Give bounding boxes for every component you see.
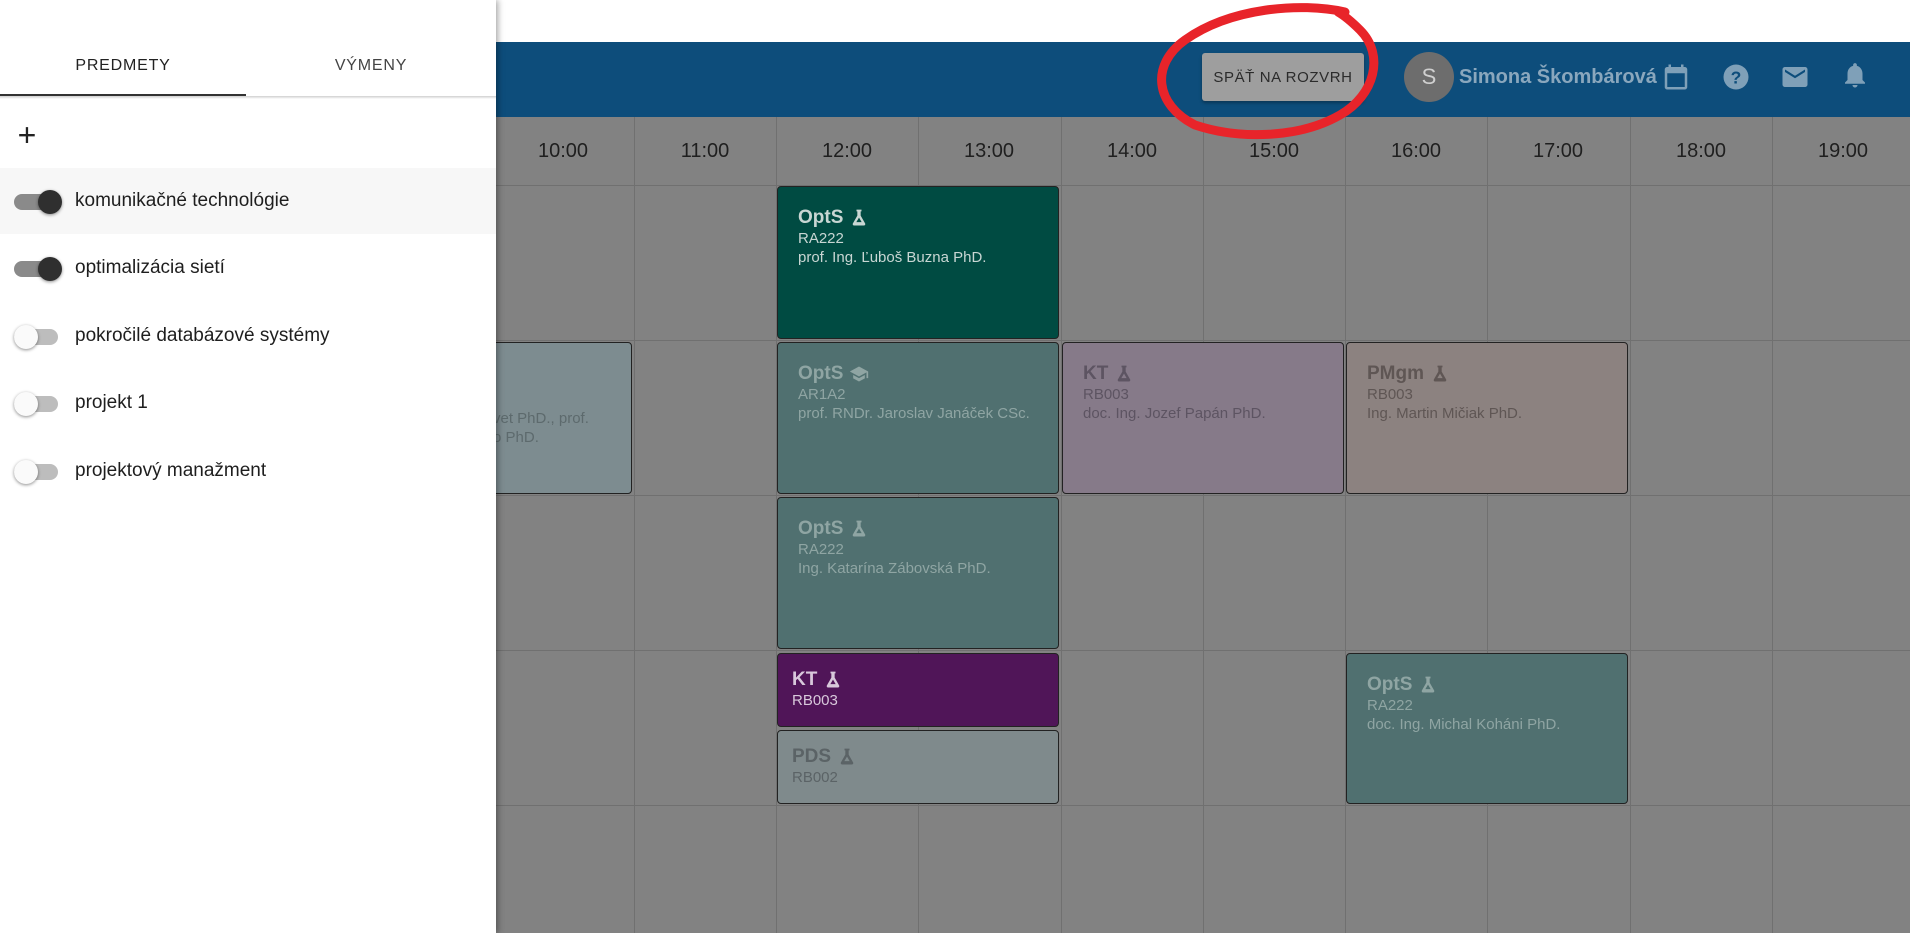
subject-toggle[interactable] [14,190,62,214]
event-room: RB003 [1367,386,1413,403]
event-title: KT [1083,363,1343,385]
flask-icon [837,747,857,767]
event-teacher: prof. RNDr. Jaroslav Janáček CSc. [798,405,1030,422]
hour-label: 18:00 [1675,140,1727,162]
event-room: RA222 [798,541,844,558]
event-card[interactable]: OptS RA222 prof. Ing. Ľuboš Buzna PhD. [777,186,1059,339]
event-title: OptS [798,363,1058,385]
grid-line [1772,117,1773,933]
subject-item[interactable]: komunikačné technológie [0,168,496,234]
flask-icon [849,519,869,539]
hour-label: 16:00 [1390,140,1442,162]
hour-label: 13:00 [963,140,1015,162]
event-title: OptS [798,207,1058,229]
event-teacher: vet PhD., prof. [493,410,589,427]
event-teacher: Ing. Martin Mičiak PhD. [1367,405,1523,422]
hour-label: 10:00 [537,140,589,162]
event-card[interactable]: PDS RB002 [777,730,1059,804]
event-teacher: doc. Ing. Jozef Papán PhD. [1083,405,1266,422]
event-title-text: KT [792,669,818,690]
subject-label: optimalizácia sietí [75,257,225,278]
subject-toggle[interactable] [14,257,62,281]
user-avatar[interactable]: S [1404,52,1454,102]
event-room: RB003 [792,692,838,709]
event-title-text: PDS [792,746,832,767]
subject-label: komunikačné technológie [75,190,290,211]
toggle-knob [14,392,38,416]
event-title: PMgm [1367,363,1627,385]
hour-label: 17:00 [1532,140,1584,162]
subject-item[interactable]: optimalizácia sietí [0,235,496,301]
event-room: RB002 [792,769,838,786]
event-room: RA222 [798,230,844,247]
event-room: RB003 [1083,386,1129,403]
tab-vymeny[interactable]: VÝMENY [246,42,496,98]
back-to-schedule-button[interactable]: SPÄŤ NA ROZVRH [1202,53,1364,101]
flask-icon [1418,675,1438,695]
event-card[interactable]: OptS RA222 Ing. Katarína Zábovská PhD. [777,497,1059,649]
subject-toggle[interactable] [14,392,60,416]
flask-icon [1430,364,1450,384]
event-title: KT [792,669,1058,691]
event-card[interactable]: OptS AR1A2 prof. RNDr. Jaroslav Janáček … [777,342,1059,494]
subject-toggle[interactable] [14,460,60,484]
add-subject-button[interactable]: + [14,119,40,151]
grid-line [1487,117,1488,933]
calendar-icon[interactable] [1661,62,1691,92]
hour-label: 19:00 [1817,140,1869,162]
event-room: AR1A2 [798,386,846,403]
toggle-knob [14,460,38,484]
event-card[interactable]: KT RB003 doc. Ing. Jozef Papán PhD. [1062,342,1344,494]
event-title-text: OptS [798,363,844,384]
subject-label: pokročilé databázové systémy [75,325,330,346]
hour-label: 14:00 [1106,140,1158,162]
toggle-knob [38,257,62,281]
grid-line [634,117,635,933]
event-teacher: doc. Ing. Michal Koháni PhD. [1367,716,1561,733]
tab-predmety[interactable]: PREDMETY [0,42,246,98]
flask-icon [1114,364,1134,384]
subjects-drawer: PREDMETY VÝMENY + komunikačné technológi… [0,0,496,933]
event-title-text: KT [1083,363,1109,384]
bell-icon[interactable] [1840,60,1870,90]
event-card[interactable]: KT RB003 [777,653,1059,727]
event-room: RA222 [1367,697,1413,714]
graduation-cap-icon [849,364,869,384]
event-card[interactable]: OptS RA222 doc. Ing. Michal Koháni PhD. [1346,653,1628,804]
event-teacher: prof. Ing. Ľuboš Buzna PhD. [798,249,987,266]
subject-item[interactable]: projekt 1 [0,370,496,436]
svg-text:?: ? [1731,67,1742,87]
event-title-text: OptS [1367,674,1413,695]
grid-line [1345,117,1346,933]
event-title-text: OptS [798,518,844,539]
tabs-divider [0,96,496,99]
help-icon[interactable]: ? [1721,62,1751,92]
event-title: OptS [798,518,1058,540]
event-title-text: PMgm [1367,363,1424,384]
hour-label: 15:00 [1248,140,1300,162]
event-title: OptS [1367,674,1627,696]
subject-item[interactable]: pokročilé databázové systémy [0,303,496,369]
toggle-knob [38,190,62,214]
event-teacher: o PhD. [493,429,539,446]
toggle-knob [14,325,38,349]
subject-toggle[interactable] [14,325,60,349]
mail-icon[interactable] [1780,62,1810,92]
grid-line [1061,117,1062,933]
user-name[interactable]: Simona Škombárová [1459,62,1657,92]
drawer-tabs: PREDMETY VÝMENY [0,42,496,98]
event-teacher: Ing. Katarína Zábovská PhD. [798,560,991,577]
grid-line [1203,117,1204,933]
hour-label: 11:00 [680,140,730,162]
flask-icon [849,208,869,228]
flask-icon [823,670,843,690]
subject-item[interactable]: projektový manažment [0,438,496,504]
event-card[interactable]: PMgm RB003 Ing. Martin Mičiak PhD. [1346,342,1628,494]
hour-label: 12:00 [821,140,873,162]
event-title-text: OptS [798,207,844,228]
subject-label: projektový manažment [75,460,267,481]
event-title: PDS [792,746,1058,768]
grid-line [1630,117,1631,933]
subject-label: projekt 1 [75,392,148,413]
